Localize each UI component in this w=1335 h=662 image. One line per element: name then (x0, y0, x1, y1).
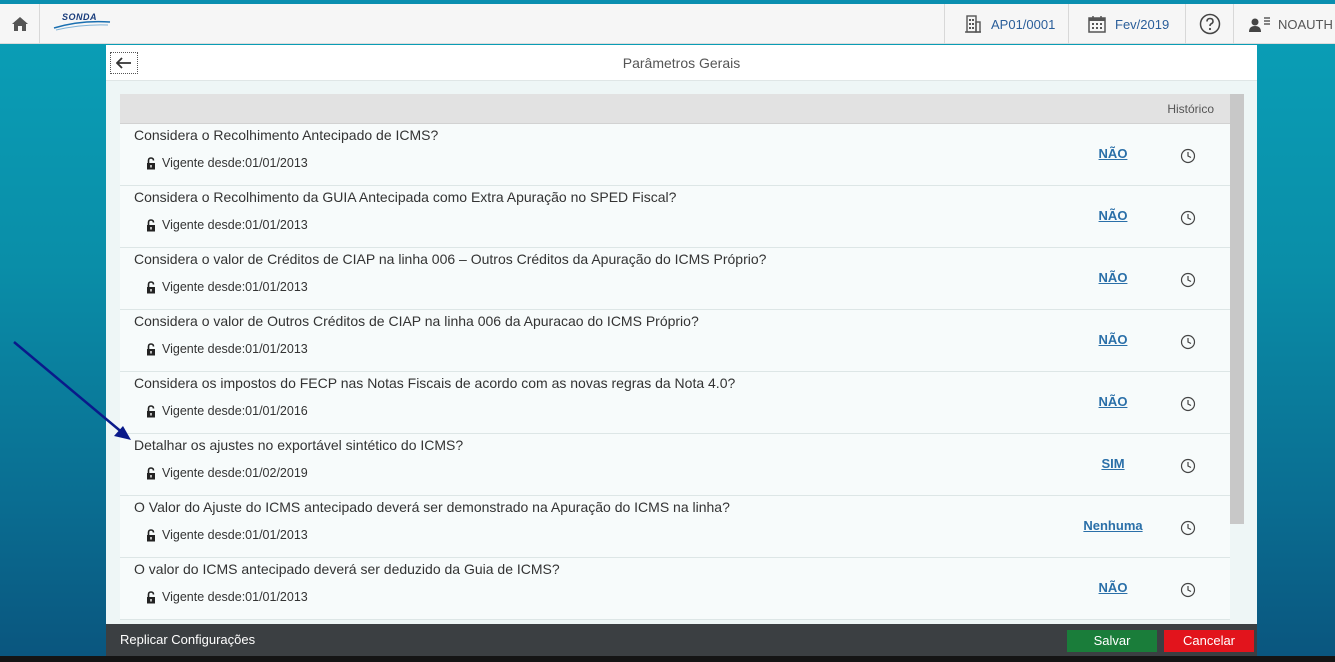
building-icon (965, 15, 981, 33)
table-row: Considera os impostos do FECP nas Notas … (120, 372, 1230, 434)
effective-date-text: Vigente desde:01/01/2013 (162, 342, 308, 356)
table-row: O Valor do Ajuste do ICMS antecipado dev… (120, 496, 1230, 558)
effective-date-text: Vigente desde:01/01/2013 (162, 218, 308, 232)
parameter-value-link[interactable]: NÃO (1065, 208, 1161, 223)
home-icon (11, 17, 28, 31)
bottom-strip (0, 656, 1335, 662)
action-bar: Replicar Configurações Salvar Cancelar (106, 624, 1257, 656)
unlock-icon (147, 280, 155, 293)
back-button[interactable] (110, 52, 138, 74)
home-button[interactable] (0, 4, 40, 44)
effective-date: Vigente desde:01/01/2016 (146, 402, 308, 420)
clock-icon[interactable] (1180, 148, 1196, 164)
user-menu-icon (1249, 17, 1270, 32)
panel-header: Parâmetros Gerais (106, 45, 1257, 81)
parameter-value-link[interactable]: NÃO (1065, 146, 1161, 161)
unlock-icon (147, 528, 155, 541)
table-header: Histórico (120, 94, 1230, 124)
parameter-question: Considera o Recolhimento Antecipado de I… (134, 127, 439, 143)
unlock-icon (147, 466, 155, 479)
unlock-icon (147, 342, 155, 355)
brand-name: SONDA (62, 12, 98, 22)
parameter-question: O Valor do Ajuste do ICMS antecipado dev… (134, 499, 730, 515)
parameter-value-link[interactable]: Nenhuma (1065, 518, 1161, 533)
table-row: Considera o Recolhimento da GUIA Antecip… (120, 186, 1230, 248)
history-column-header: Histórico (1167, 102, 1214, 116)
unlock-icon (147, 156, 155, 169)
clock-icon[interactable] (1180, 334, 1196, 350)
parameter-question: Considera o Recolhimento da GUIA Antecip… (134, 189, 677, 205)
effective-date-text: Vigente desde:01/01/2016 (162, 404, 308, 418)
company-code: AP01/0001 (991, 16, 1056, 32)
user-name: NOAUTH (1278, 16, 1333, 32)
calendar-icon (1088, 16, 1106, 33)
effective-date-text: Vigente desde:01/02/2019 (162, 466, 308, 480)
unlock-icon (147, 590, 155, 603)
clock-icon[interactable] (1180, 396, 1196, 412)
table-row: Detalhar os ajustes no exportável sintét… (120, 434, 1230, 496)
parameter-value-link[interactable]: NÃO (1065, 270, 1161, 285)
parameter-value-link[interactable]: NÃO (1065, 332, 1161, 347)
clock-icon[interactable] (1180, 210, 1196, 226)
page-title: Parâmetros Gerais (622, 55, 741, 71)
effective-date: Vigente desde:01/01/2013 (146, 340, 308, 358)
back-arrow-icon (116, 57, 131, 69)
save-button[interactable]: Salvar (1067, 630, 1157, 652)
unlock-icon (147, 218, 155, 231)
effective-date: Vigente desde:01/02/2019 (146, 464, 308, 482)
parameter-value-link[interactable]: SIM (1065, 456, 1161, 471)
replicate-settings-link[interactable]: Replicar Configurações (120, 624, 255, 656)
help-icon (1199, 13, 1220, 35)
user-menu[interactable]: NOAUTH (1233, 4, 1335, 44)
parameter-value-link[interactable]: NÃO (1065, 394, 1161, 409)
effective-date: Vigente desde:01/01/2013 (146, 154, 308, 172)
table-row: Considera o valor de Outros Créditos de … (120, 310, 1230, 372)
cancel-button[interactable]: Cancelar (1164, 630, 1254, 652)
effective-date-text: Vigente desde:01/01/2013 (162, 280, 308, 294)
table-row: Considera o valor de Créditos de CIAP na… (120, 248, 1230, 310)
parameter-question: Considera os impostos do FECP nas Notas … (134, 375, 736, 391)
effective-date: Vigente desde:01/01/2013 (146, 588, 308, 606)
table-row: O valor do ICMS antecipado deverá ser de… (120, 558, 1230, 620)
parameter-question: Detalhar os ajustes no exportável sintét… (134, 437, 464, 453)
help-button[interactable] (1185, 4, 1233, 44)
parameters-panel: Parâmetros Gerais Histórico Considera o … (106, 45, 1257, 624)
effective-date: Vigente desde:01/01/2013 (146, 216, 308, 234)
table-row: Considera o Recolhimento Antecipado de I… (120, 124, 1230, 186)
effective-date-text: Vigente desde:01/01/2013 (162, 528, 308, 542)
clock-icon[interactable] (1180, 458, 1196, 474)
effective-date-text: Vigente desde:01/01/2013 (162, 156, 308, 170)
scrollbar-track[interactable] (1230, 524, 1244, 624)
parameter-question: Considera o valor de Outros Créditos de … (134, 313, 699, 329)
parameter-value-link[interactable]: NÃO (1065, 580, 1161, 595)
effective-date-text: Vigente desde:01/01/2013 (162, 590, 308, 604)
unlock-icon (147, 404, 155, 417)
parameter-question: O valor do ICMS antecipado deverá ser de… (134, 561, 560, 577)
effective-date: Vigente desde:01/01/2013 (146, 526, 308, 544)
clock-icon[interactable] (1180, 520, 1196, 536)
parameter-question: Considera o valor de Créditos de CIAP na… (134, 251, 767, 267)
sonda-logo: SONDA (50, 10, 114, 38)
clock-icon[interactable] (1180, 582, 1196, 598)
top-bar: SONDA AP01/0001 Fev/2019 NOAUTH (0, 4, 1335, 44)
company-selector[interactable]: AP01/0001 (944, 4, 1068, 44)
parameters-table: Histórico Considera o Recolhimento Antec… (120, 94, 1230, 624)
clock-icon[interactable] (1180, 272, 1196, 288)
period-value: Fev/2019 (1115, 16, 1170, 32)
period-selector[interactable]: Fev/2019 (1068, 4, 1185, 44)
scrollbar-thumb[interactable] (1230, 94, 1244, 524)
table-rows: Considera o Recolhimento Antecipado de I… (120, 124, 1230, 620)
effective-date: Vigente desde:01/01/2013 (146, 278, 308, 296)
